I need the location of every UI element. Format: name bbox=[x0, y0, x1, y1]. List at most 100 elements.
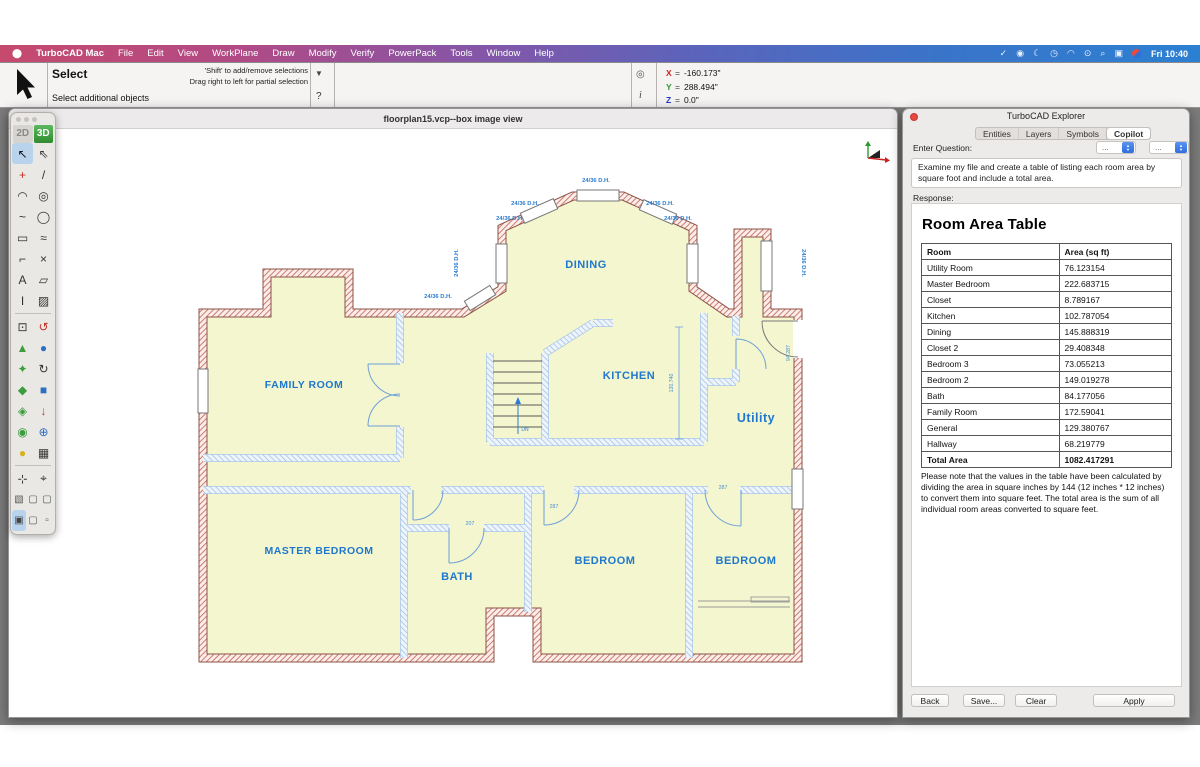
view-iso-tool[interactable]: ▧ bbox=[12, 489, 26, 510]
svg-text:24/36 D.H.: 24/36 D.H. bbox=[496, 216, 524, 222]
check-circle-icon[interactable]: ✓ bbox=[1000, 49, 1008, 58]
erase-tool[interactable]: × bbox=[33, 248, 54, 269]
menu-item-view[interactable]: View bbox=[178, 48, 198, 59]
svg-text:24/36 D.H.: 24/36 D.H. bbox=[454, 249, 460, 277]
menu-item-verify[interactable]: Verify bbox=[351, 48, 375, 59]
menu-item-draw[interactable]: Draw bbox=[272, 48, 294, 59]
spline-tool[interactable]: ≈ bbox=[33, 227, 54, 248]
save-button[interactable]: Save... bbox=[963, 694, 1005, 707]
drawing-canvas[interactable]: FAMILY ROOMDININGKITCHENUtilityMASTER BE… bbox=[9, 129, 897, 717]
line-tool[interactable]: / bbox=[33, 164, 54, 185]
app-icon[interactable] bbox=[1132, 49, 1141, 58]
floorplan-drawing: FAMILY ROOMDININGKITCHENUtilityMASTER BE… bbox=[9, 129, 897, 717]
menu-item-window[interactable]: Window bbox=[487, 48, 521, 59]
question-preset-dropdown[interactable]: ... ▲▼ bbox=[1096, 141, 1136, 154]
view-small-tool[interactable]: ▫ bbox=[40, 510, 54, 531]
svg-text:FAMILY ROOM: FAMILY ROOM bbox=[265, 379, 343, 391]
clock-icon[interactable]: ◷ bbox=[1050, 49, 1058, 58]
svg-text:MASTER BEDROOM: MASTER BEDROOM bbox=[264, 545, 373, 557]
close-button[interactable] bbox=[910, 113, 918, 121]
record-icon[interactable]: ⊙ bbox=[1084, 49, 1092, 58]
clear-button[interactable]: Clear bbox=[1015, 694, 1057, 707]
move3d-tool[interactable]: ✦ bbox=[12, 358, 33, 379]
search-icon[interactable]: ⌕ bbox=[1100, 49, 1105, 58]
tool-options-dropdown[interactable]: ▼ bbox=[315, 69, 323, 78]
menu-item-turbocad-mac[interactable]: TurboCAD Mac bbox=[36, 48, 104, 59]
menubar-status-area: ✓ ◉ ☾ ◷ ◠ ⊙ ⌕ ▣ Fri 10:40 bbox=[1000, 49, 1188, 59]
palette-window-controls[interactable] bbox=[11, 113, 55, 125]
svg-text:BATH: BATH bbox=[441, 571, 473, 583]
mode-3d-button[interactable]: 3D bbox=[34, 125, 54, 143]
extrude-tool[interactable]: ▲ bbox=[12, 337, 33, 358]
point-tool[interactable]: + bbox=[12, 164, 33, 185]
dropdown-value: ... bbox=[1155, 144, 1162, 152]
dimension-tool[interactable]: I bbox=[12, 290, 33, 311]
rectangle-tool[interactable]: ▭ bbox=[12, 227, 33, 248]
view-front-tool[interactable]: ▢ bbox=[40, 489, 54, 510]
explorer-titlebar: TurboCAD Explorer bbox=[903, 109, 1189, 124]
pan-tool[interactable]: ⊹ bbox=[12, 468, 33, 489]
slice-tool[interactable]: ◈ bbox=[12, 400, 33, 421]
response-area[interactable]: Room Area Table RoomArea (sq ft)Utility … bbox=[911, 203, 1182, 687]
sphere-tool[interactable]: ● bbox=[33, 337, 54, 358]
magnet-tool[interactable]: ↺ bbox=[33, 316, 54, 337]
menu-item-help[interactable]: Help bbox=[534, 48, 554, 59]
gauge-icon[interactable]: ◉ bbox=[1016, 49, 1024, 58]
curve-tool[interactable]: ~ bbox=[12, 206, 33, 227]
press-pull-tool[interactable]: ↓ bbox=[33, 400, 54, 421]
active-tool-cell[interactable] bbox=[0, 63, 47, 107]
apply-button[interactable]: Apply bbox=[1093, 694, 1175, 707]
view-shaded-tool[interactable]: ▣ bbox=[12, 510, 26, 531]
revolve-tool[interactable]: ↻ bbox=[33, 358, 54, 379]
divider bbox=[631, 63, 632, 107]
tab-copilot[interactable]: Copilot bbox=[1107, 128, 1150, 139]
grid-tool[interactable]: ▦ bbox=[33, 442, 54, 463]
svg-text:24/36 D.H.: 24/36 D.H. bbox=[664, 216, 692, 222]
tool-hints: 'Shift' to add/remove selections Drag ri… bbox=[140, 66, 308, 87]
info-icon[interactable]: i bbox=[639, 90, 642, 101]
tab-layers[interactable]: Layers bbox=[1019, 128, 1060, 139]
menu-item-edit[interactable]: Edit bbox=[147, 48, 163, 59]
back-button[interactable]: Back bbox=[911, 694, 949, 707]
tab-symbols[interactable]: Symbols bbox=[1059, 128, 1107, 139]
drawing-window-title[interactable]: floorplan15.vcp--box image view bbox=[9, 109, 897, 129]
menu-item-modify[interactable]: Modify bbox=[309, 48, 337, 59]
shell-tool[interactable]: ◆ bbox=[12, 379, 33, 400]
mode-2d-button[interactable]: 2D bbox=[13, 125, 33, 143]
polyline-tool[interactable]: ⌐ bbox=[12, 248, 33, 269]
zoom-tool[interactable]: ⌖ bbox=[33, 468, 54, 489]
add-solid-tool[interactable]: ⊕ bbox=[33, 421, 54, 442]
wifi-icon[interactable]: ◠ bbox=[1067, 49, 1075, 58]
palette-grid: ↖⇖+/◠◎~◯▭≈⌐×A▱I▨⊡↺▲●✦↻◆■◈↓◉⊕●▦⊹⌖▧▢▢▣▢▫ bbox=[11, 143, 55, 531]
moon-icon[interactable]: ☾ bbox=[1033, 49, 1041, 58]
menu-item-workplane[interactable]: WorkPlane bbox=[212, 48, 258, 59]
polygon-tool[interactable]: ▱ bbox=[33, 269, 54, 290]
control-center-icon[interactable]: ▣ bbox=[1114, 49, 1123, 58]
svg-text:24/36 D.H.: 24/36 D.H. bbox=[582, 178, 610, 184]
subtract-tool[interactable]: ◉ bbox=[12, 421, 33, 442]
y-coordinate: Y=288.494" bbox=[666, 81, 721, 95]
select-tool[interactable]: ↖ bbox=[12, 143, 33, 164]
box-tool[interactable]: ■ bbox=[33, 379, 54, 400]
view-wire-tool[interactable]: ▢ bbox=[26, 510, 40, 531]
duplicate-tool[interactable]: ⊡ bbox=[12, 316, 33, 337]
material-tool[interactable]: ● bbox=[12, 442, 33, 463]
tab-entities[interactable]: Entities bbox=[976, 128, 1019, 139]
dropdown-value: ... bbox=[1102, 144, 1109, 152]
history-dropdown[interactable]: ... ▲▼ bbox=[1149, 141, 1189, 154]
apple-menu-icon[interactable]: ⬤ bbox=[12, 49, 22, 58]
arc-tool[interactable]: ◠ bbox=[12, 185, 33, 206]
menu-item-powerpack[interactable]: PowerPack bbox=[388, 48, 436, 59]
select-alt-tool[interactable]: ⇖ bbox=[33, 143, 54, 164]
tool-help-button[interactable]: ? bbox=[316, 91, 322, 102]
gear-icon[interactable]: ◎ bbox=[636, 69, 645, 80]
text-tool[interactable]: A bbox=[12, 269, 33, 290]
menu-item-file[interactable]: File bbox=[118, 48, 133, 59]
circle-tool[interactable]: ◎ bbox=[33, 185, 54, 206]
question-input[interactable]: Examine my file and create a table of li… bbox=[911, 158, 1182, 188]
view-top-tool[interactable]: ▢ bbox=[26, 489, 40, 510]
menu-item-tools[interactable]: Tools bbox=[450, 48, 472, 59]
menubar-clock[interactable]: Fri 10:40 bbox=[1151, 49, 1188, 59]
ellipse-tool[interactable]: ◯ bbox=[33, 206, 54, 227]
hatch-tool[interactable]: ▨ bbox=[33, 290, 54, 311]
